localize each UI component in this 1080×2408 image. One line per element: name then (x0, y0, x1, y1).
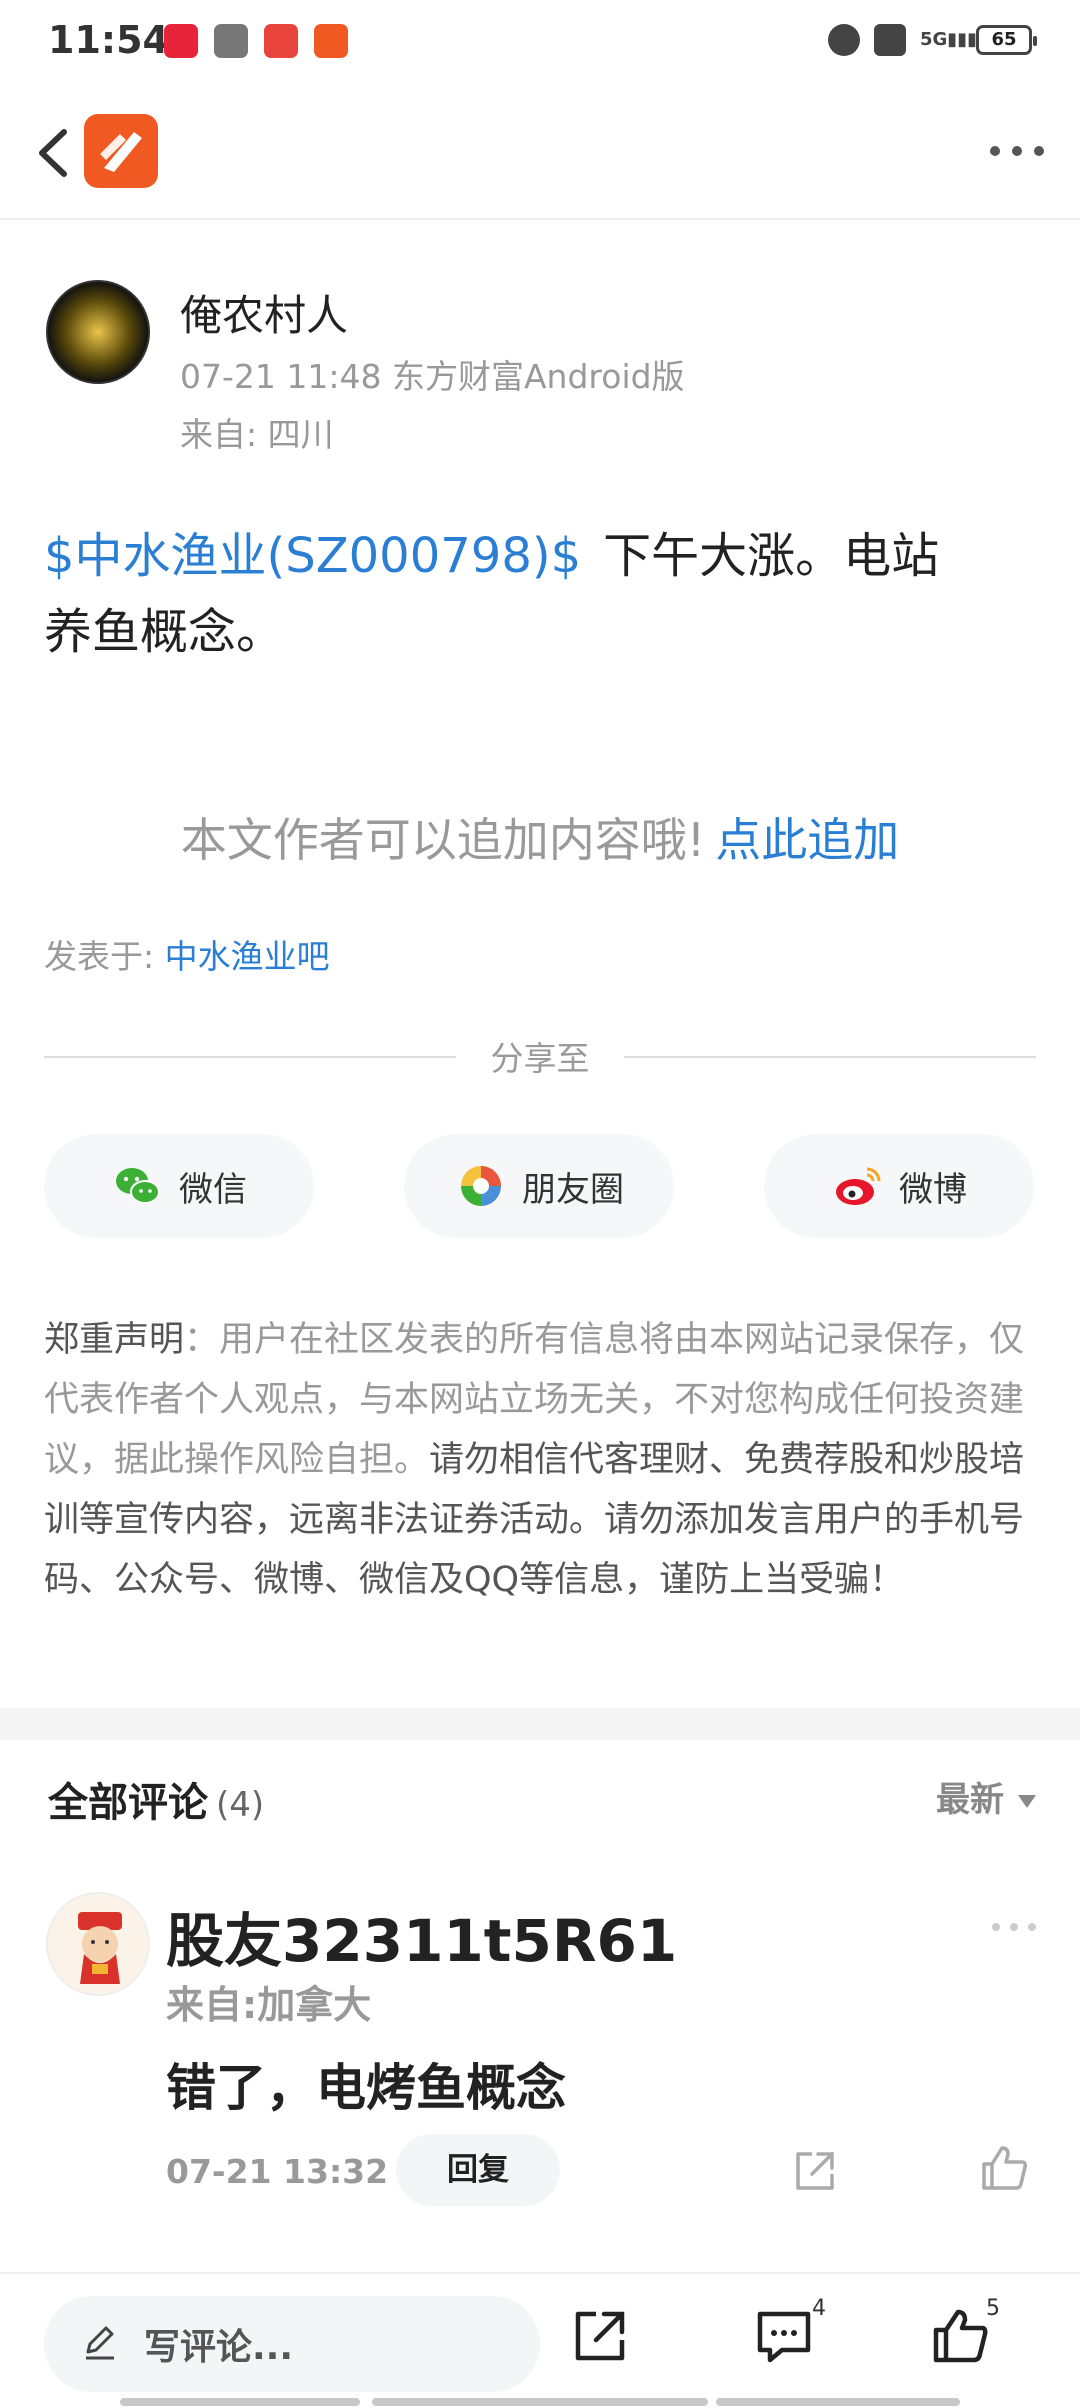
append-hint: 本文作者可以追加内容哦! (180, 813, 706, 867)
gesture-indicator (120, 2398, 360, 2406)
pencil-icon (86, 2326, 114, 2360)
notification-app-icon (214, 24, 248, 58)
comment-text: 错了，电烤鱼概念 (166, 2059, 566, 2117)
post-content: $中水渔业(SZ000798)$ 下午大涨。电站 养鱼概念。 (44, 518, 1044, 670)
write-comment-placeholder: 写评论... (144, 2327, 294, 2368)
section-divider (0, 1708, 1080, 1740)
caishen-avatar-icon (78, 1912, 122, 1984)
commenter-name[interactable]: 股友32311t5R61 (166, 1894, 677, 1978)
like-count-badge: 5 (986, 2296, 1000, 2321)
comment-icon[interactable] (752, 2304, 816, 2368)
hd-icon (874, 24, 906, 56)
share-label: 分享至 (490, 1039, 590, 1078)
app-logo[interactable] (84, 114, 158, 188)
status-bar: 11:54 5G▮▮▮ 65 (0, 0, 1080, 84)
disclaimer: 郑重声明：用户在社区发表的所有信息将由本网站记录保存，仅代表作者个人观点，与本网… (44, 1310, 1038, 1610)
signal-5g-icon: 5G▮▮▮ (920, 29, 978, 50)
eastmoney-logo-icon (100, 132, 142, 172)
notification-app-icon (264, 24, 298, 58)
back-arrow-icon[interactable] (22, 118, 92, 188)
share-icon[interactable] (568, 2304, 632, 2368)
sort-label: 最新 (936, 1780, 1004, 1820)
notification-app-icon (314, 24, 348, 58)
battery-icon: 65 (976, 25, 1037, 55)
alarm-icon (828, 24, 860, 56)
gesture-indicator (716, 2398, 960, 2406)
notification-app-icon (164, 24, 198, 58)
top-nav-bar (0, 84, 1080, 220)
comments-header: 全部评论 (4) (48, 1770, 264, 1828)
caret-down-icon (1018, 1795, 1036, 1808)
write-comment-input[interactable]: 写评论... (44, 2296, 540, 2392)
commenter-avatar[interactable] (46, 1892, 150, 1996)
share-wechat-label: 微信 (179, 1169, 247, 1210)
share-weibo-button[interactable]: 微博 (764, 1134, 1034, 1238)
post-text-line1: 下午大涨。电站 (603, 528, 940, 584)
weibo-icon (836, 1167, 881, 1205)
like-icon[interactable] (928, 2304, 992, 2368)
bottom-action-bar: 写评论... 4 5 (0, 2272, 1080, 2408)
posted-in-bar-link[interactable]: 中水渔业吧 (165, 937, 330, 976)
comments-count: (4) (216, 1785, 265, 1825)
author-name[interactable]: 俺农村人 (180, 282, 348, 343)
posted-in-label: 发表于: (44, 937, 155, 976)
comment-count-badge: 4 (812, 2296, 826, 2321)
status-time: 11:54 (48, 18, 169, 62)
share-weibo-label: 微博 (899, 1169, 967, 1210)
post-meta: 07-21 11:48 东方财富Android版 (180, 357, 685, 396)
stock-tag-link[interactable]: $中水渔业(SZ000798)$ (44, 528, 581, 584)
comment-like-icon[interactable] (978, 2142, 1030, 2194)
append-prompt: 本文作者可以追加内容哦! 点此追加 (0, 804, 1080, 870)
comment-time: 07-21 13:32 (166, 2152, 389, 2191)
status-app-icons (164, 24, 348, 58)
author-avatar[interactable] (46, 280, 150, 384)
comment-share-icon[interactable] (790, 2146, 840, 2196)
comment-more-icon[interactable] (984, 1912, 1044, 1942)
post-text-line2: 养鱼概念。 (44, 604, 285, 660)
posted-in: 发表于: 中水渔业吧 (44, 930, 330, 978)
gesture-indicator (372, 2398, 708, 2406)
append-link[interactable]: 点此追加 (715, 813, 899, 867)
reply-button[interactable]: 回复 (396, 2134, 560, 2206)
wechat-icon (116, 1168, 160, 1204)
disclaimer-title: 郑重声明 (44, 1320, 185, 1360)
share-moments-button[interactable]: 朋友圈 (404, 1134, 674, 1238)
moments-icon (461, 1166, 501, 1206)
commenter-location: 来自:加拿大 (166, 1983, 372, 2027)
sort-dropdown[interactable]: 最新 (936, 1772, 1036, 1821)
status-indicators: 5G▮▮▮ 65 (828, 24, 1037, 56)
author-location: 来自: 四川 (180, 415, 334, 454)
share-moments-label: 朋友圈 (522, 1169, 624, 1210)
share-wechat-button[interactable]: 微信 (44, 1134, 314, 1238)
comments-title: 全部评论 (48, 1780, 208, 1826)
more-options-icon[interactable] (982, 126, 1052, 176)
